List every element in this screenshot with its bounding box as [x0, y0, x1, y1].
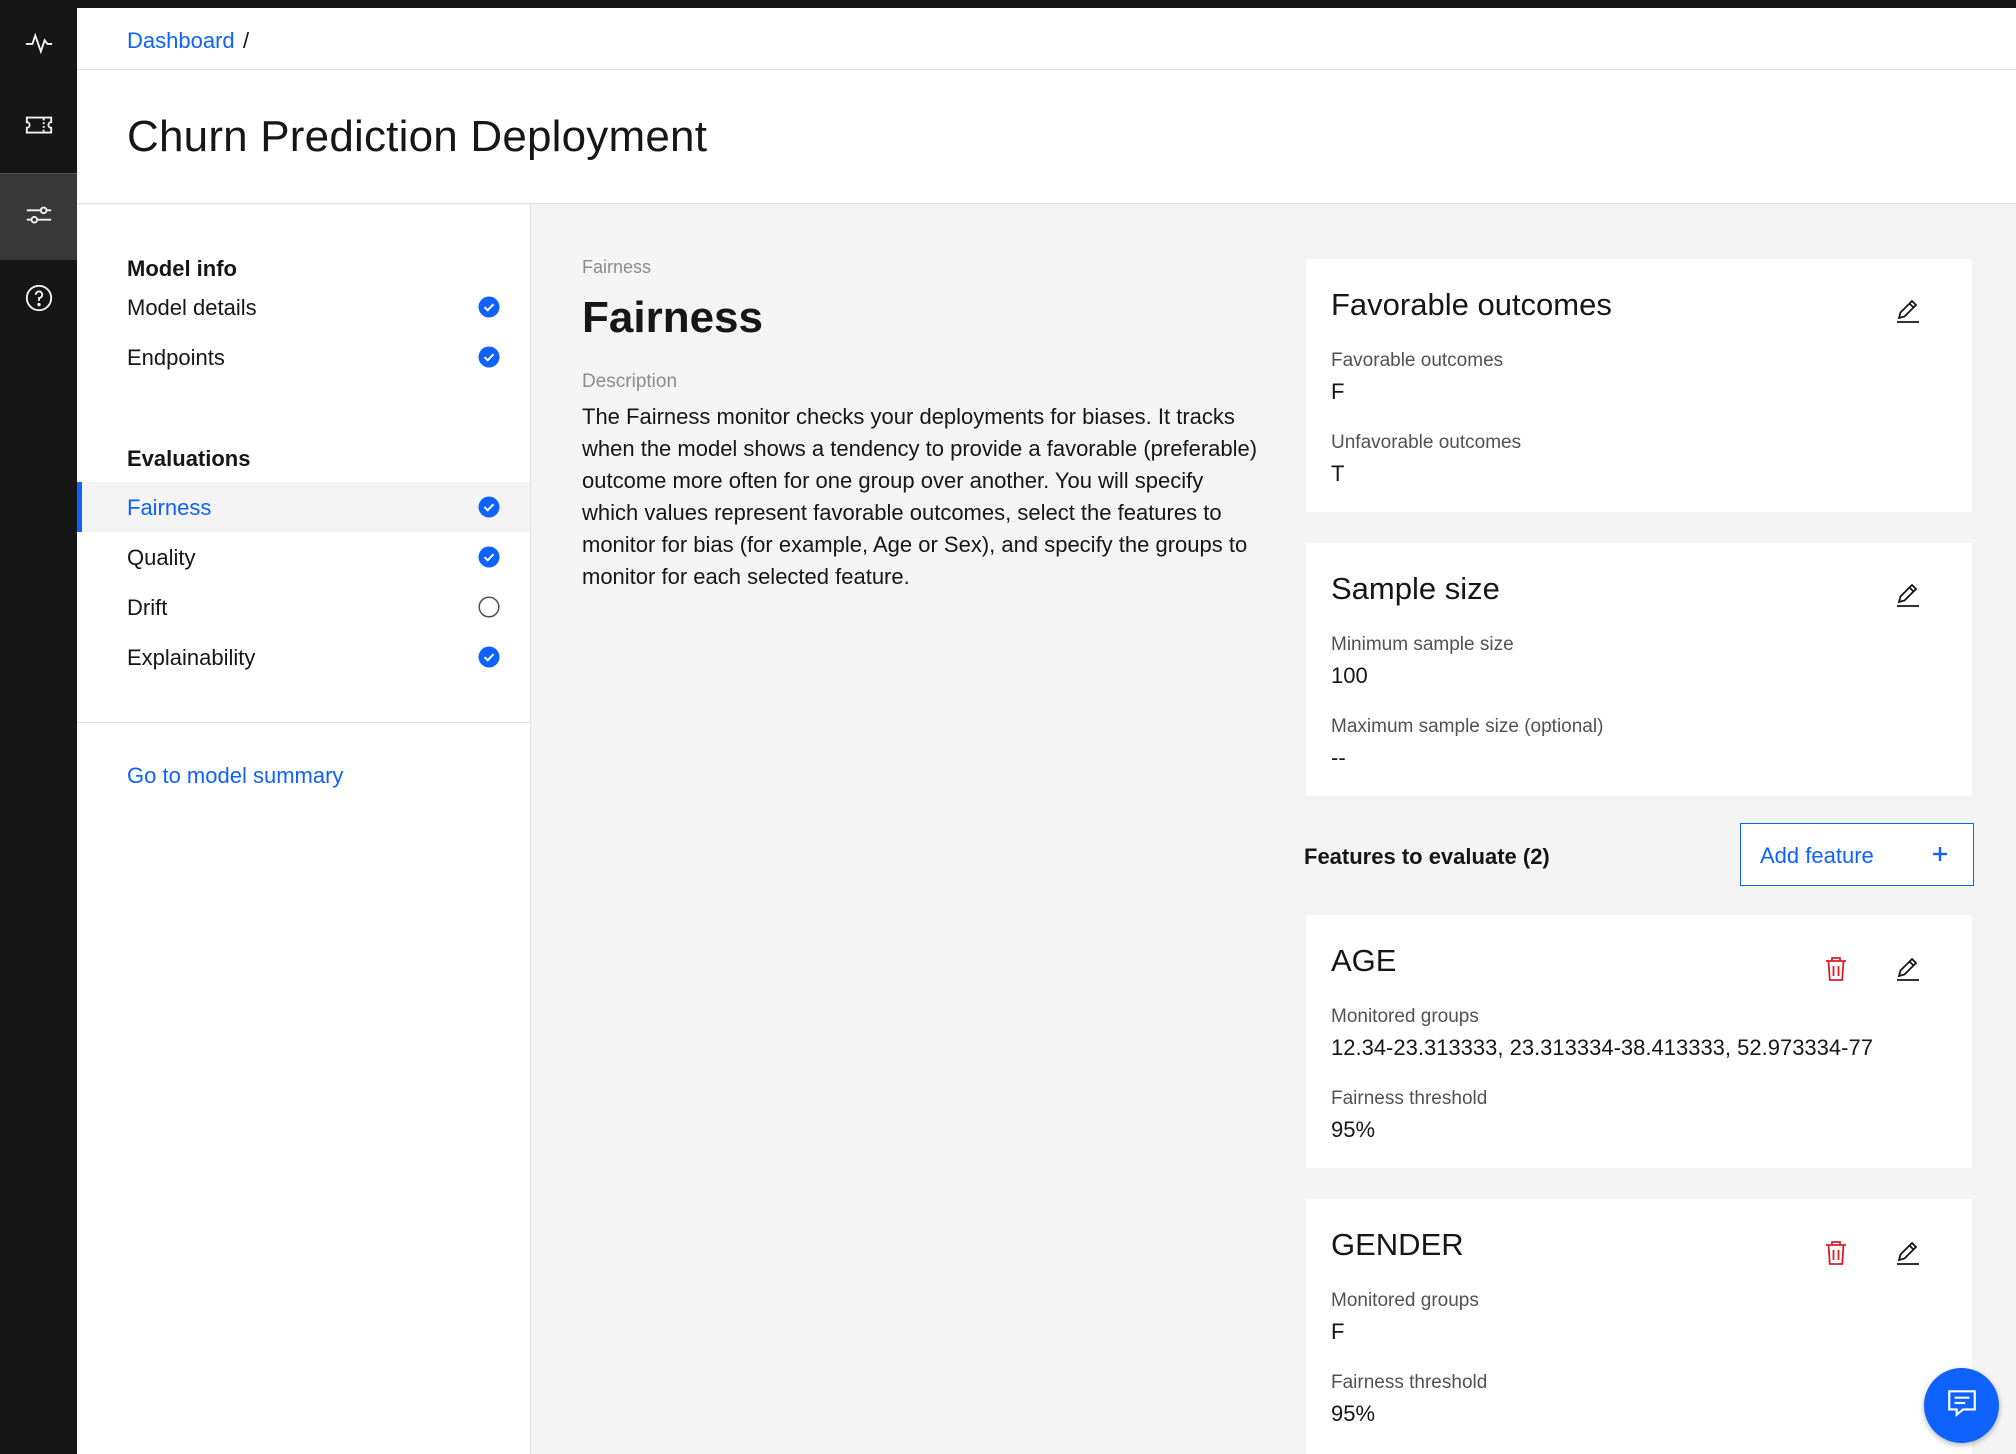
tile-title: Favorable outcomes — [1331, 287, 1612, 322]
fairness-threshold-label: Fairness threshold — [1331, 1088, 1488, 1109]
add-feature-button[interactable]: Add feature — [1740, 823, 1974, 886]
nav-item-label: Quality — [127, 545, 196, 570]
monitored-groups-label: Monitored groups — [1331, 1006, 1479, 1027]
go-to-summary-link[interactable]: Go to model summary — [127, 763, 343, 789]
delete-feature-button[interactable] — [1818, 953, 1854, 989]
checkmark-filled-icon — [478, 296, 500, 318]
trash-icon — [1823, 1239, 1849, 1272]
nav-divider — [77, 722, 530, 723]
incomplete-circle-icon — [478, 596, 500, 618]
description-label: Description — [582, 371, 678, 392]
nav-item-explainability[interactable]: Explainability — [77, 632, 530, 682]
edit-feature-button[interactable] — [1890, 953, 1926, 989]
side-rail — [0, 0, 77, 1454]
feature-name: AGE — [1331, 943, 1397, 978]
sliders-icon — [24, 200, 54, 235]
rail-help-button[interactable] — [0, 257, 77, 343]
nav-item-endpoints[interactable]: Endpoints — [77, 332, 530, 382]
nav-item-model-details[interactable]: Model details — [77, 282, 530, 332]
favorable-label: Favorable outcomes — [1331, 350, 1504, 371]
activity-icon — [24, 28, 54, 63]
edit-favorable-button[interactable] — [1890, 295, 1926, 331]
checkmark-filled-icon — [478, 346, 500, 368]
monitored-groups-value: 12.34-23.313333, 23.313334-38.413333, 52… — [1331, 1035, 1873, 1060]
section-title: Fairness — [582, 293, 763, 342]
page-header: Dashboard / Churn Prediction Deployment — [77, 8, 2016, 204]
nav-item-drift[interactable]: Drift — [77, 582, 530, 632]
feature-tile-age: AGE Monitored groups 12.34-23.313333, 23… — [1306, 915, 1972, 1168]
nav-item-fairness[interactable]: Fairness — [77, 482, 530, 532]
monitored-groups-label: Monitored groups — [1331, 1290, 1479, 1311]
ticket-icon — [24, 110, 54, 145]
unfavorable-value: T — [1331, 461, 1345, 486]
main-content: Fairness Fairness Description The Fairne… — [532, 205, 2016, 1454]
favorable-value: F — [1331, 379, 1345, 404]
min-sample-label: Minimum sample size — [1331, 634, 1514, 655]
nav-item-label: Drift — [127, 595, 168, 620]
chat-icon — [1945, 1386, 1979, 1425]
max-sample-value: -- — [1331, 745, 1346, 770]
feature-tile-gender: GENDER Monitored groups F Fairness thres… — [1306, 1199, 1972, 1454]
edit-sample-size-button[interactable] — [1890, 579, 1926, 615]
nav-group-model-info: Model info — [127, 256, 237, 281]
chat-button[interactable] — [1924, 1368, 1999, 1443]
nav-group-evaluations: Evaluations — [127, 446, 251, 471]
delete-feature-button[interactable] — [1818, 1237, 1854, 1273]
edit-icon — [1894, 955, 1922, 988]
breadcrumb-dashboard-link[interactable]: Dashboard — [127, 28, 235, 54]
trash-icon — [1823, 955, 1849, 988]
tile-title: Sample size — [1331, 571, 1500, 606]
feature-name: GENDER — [1331, 1227, 1464, 1262]
top-strip — [0, 0, 2016, 8]
checkmark-filled-icon — [478, 496, 500, 518]
edit-icon — [1894, 1239, 1922, 1272]
sample-size-tile: Sample size Minimum sample size 100 Maxi… — [1306, 543, 1972, 796]
nav-item-label: Explainability — [127, 645, 256, 670]
unfavorable-label: Unfavorable outcomes — [1331, 432, 1522, 453]
min-sample-value: 100 — [1331, 663, 1368, 688]
edit-icon — [1894, 297, 1922, 330]
rail-ticket-button[interactable] — [0, 84, 77, 170]
nav-item-quality[interactable]: Quality — [77, 532, 530, 582]
edit-icon — [1894, 581, 1922, 614]
checkmark-filled-icon — [478, 646, 500, 668]
fairness-threshold-label: Fairness threshold — [1331, 1372, 1488, 1393]
fairness-threshold-value: 95% — [1331, 1117, 1376, 1142]
page-title: Churn Prediction Deployment — [127, 112, 708, 161]
breadcrumb-separator: / — [243, 28, 250, 53]
rail-activity-button[interactable] — [0, 2, 77, 88]
section-eyebrow: Fairness — [582, 257, 652, 277]
features-heading: Features to evaluate (2) — [1304, 844, 1550, 869]
checkmark-filled-icon — [478, 546, 500, 568]
rail-settings-button[interactable] — [0, 174, 77, 260]
help-icon — [24, 283, 54, 318]
max-sample-label: Maximum sample size (optional) — [1331, 716, 1604, 737]
add-feature-label: Add feature — [1760, 843, 1874, 868]
edit-feature-button[interactable] — [1890, 1237, 1926, 1273]
left-nav: Model info Model details Endpoints Evalu… — [77, 205, 531, 1454]
breadcrumb: Dashboard / — [77, 8, 2016, 70]
active-indicator — [77, 482, 82, 532]
nav-item-label: Fairness — [127, 495, 212, 520]
monitored-groups-value: F — [1331, 1319, 1345, 1344]
fairness-threshold-value: 95% — [1331, 1401, 1376, 1426]
plus-icon — [1930, 844, 1950, 867]
nav-item-label: Endpoints — [127, 345, 225, 370]
favorable-outcomes-tile: Favorable outcomes Favorable outcomes F … — [1306, 259, 1972, 512]
description-text: The Fairness monitor checks your deploym… — [582, 404, 1258, 589]
nav-item-label: Model details — [127, 295, 257, 320]
